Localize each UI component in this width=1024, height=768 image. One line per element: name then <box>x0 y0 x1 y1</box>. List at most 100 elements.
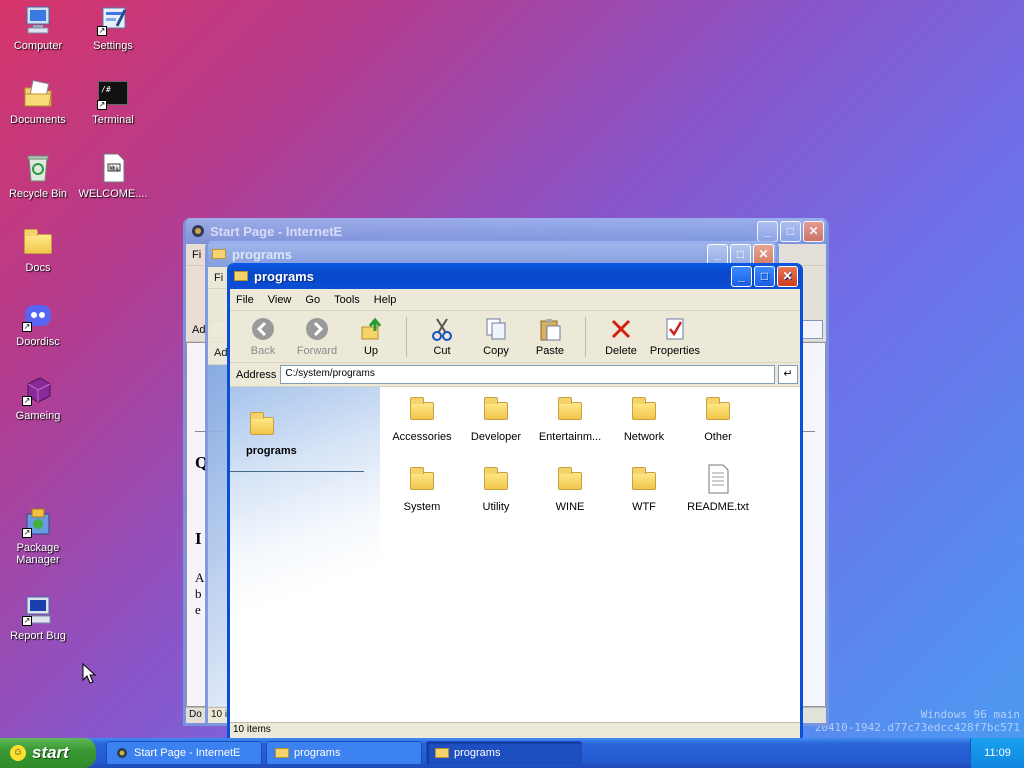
window-title: programs <box>232 246 292 262</box>
menu-file[interactable]: Fi <box>214 272 223 284</box>
close-button[interactable]: ✕ <box>803 220 824 242</box>
clipboard-icon <box>538 317 562 341</box>
forward-label: Forward <box>296 344 338 357</box>
back-button[interactable]: Back <box>236 317 290 357</box>
desktop-icon-recycle-bin[interactable]: Recycle Bin <box>1 152 75 200</box>
folder-item[interactable]: WINE <box>533 463 607 513</box>
folder-item[interactable]: WTF <box>607 463 681 513</box>
system-tray-clock[interactable]: 11:09 <box>970 738 1024 768</box>
delete-button[interactable]: Delete <box>594 317 648 357</box>
delete-label: Delete <box>605 344 637 357</box>
minimize-button[interactable]: _ <box>757 220 778 242</box>
toolbar: Back Forward Up Cut Copy Paste Delete Pr… <box>230 311 800 363</box>
desktop-icon-gameing[interactable]: ↗ Gameing <box>1 374 75 422</box>
close-button[interactable]: ✕ <box>753 243 774 265</box>
file-label: Network <box>623 431 665 443</box>
delete-x-icon <box>609 317 633 341</box>
recycle-bin-icon <box>22 152 54 184</box>
copy-button[interactable]: Copy <box>469 317 523 357</box>
taskbar-item-label: programs <box>454 747 501 759</box>
desktop-icon-label: Recycle Bin <box>8 188 68 200</box>
forward-button[interactable]: Forward <box>290 317 344 357</box>
folder-icon <box>480 393 512 425</box>
start-logo-icon: ☺ <box>10 745 26 761</box>
folder-item[interactable]: System <box>385 463 459 513</box>
text-file-icon <box>702 463 734 495</box>
desktop-icon-terminal[interactable]: /# ↗ Terminal <box>76 78 150 126</box>
cut-button[interactable]: Cut <box>415 317 469 357</box>
desktop-icon-computer[interactable]: Computer <box>1 4 75 52</box>
taskbar-item-ie[interactable]: Start Page - InternetE <box>106 741 262 765</box>
desktop-icon-doordisc[interactable]: ↗ Doordisc <box>1 300 75 348</box>
folder-icon <box>702 393 734 425</box>
taskbar: ☺ start Start Page - InternetE programs … <box>0 738 1024 768</box>
desktop-icon-label: Report Bug <box>10 630 66 642</box>
cut-label: Cut <box>433 344 451 357</box>
menu-go[interactable]: Go <box>305 294 320 306</box>
folder-icon <box>435 747 449 759</box>
folder-icon <box>275 747 289 759</box>
up-button[interactable]: Up <box>344 317 398 357</box>
titlebar[interactable]: programs _ □ ✕ <box>230 263 800 289</box>
start-button[interactable]: ☺ start <box>0 738 96 768</box>
discord-icon: ↗ <box>22 300 54 332</box>
folder-item[interactable]: Developer <box>459 393 533 443</box>
desktop-icon-report-bug[interactable]: ↗ Report Bug <box>1 594 75 642</box>
folder-item[interactable]: Other <box>681 393 755 443</box>
build-watermark: Windows 96 main 20410-1942.d77c73edcc428… <box>815 708 1020 734</box>
folder-icon <box>234 269 250 283</box>
window-programs[interactable]: programs _ □ ✕ File View Go Tools Help B… <box>227 263 803 741</box>
watermark-line: Windows 96 main <box>920 708 1020 721</box>
sidebar: programs <box>230 387 380 722</box>
desktop-icon-label: Gameing <box>15 410 61 422</box>
paste-label: Paste <box>535 344 565 357</box>
paste-button[interactable]: Paste <box>523 317 577 357</box>
taskbar-item-programs-active[interactable]: programs <box>426 741 582 765</box>
file-label: Utility <box>482 501 510 513</box>
file-label: Other <box>704 431 732 443</box>
minimize-button[interactable]: _ <box>731 265 752 287</box>
menu-view[interactable]: View <box>268 294 292 306</box>
folder-item[interactable]: Utility <box>459 463 533 513</box>
folder-item[interactable]: Network <box>607 393 681 443</box>
menu-file[interactable]: File <box>236 294 254 306</box>
folder-icon <box>554 393 586 425</box>
file-label: WTF <box>632 501 656 513</box>
file-label: WINE <box>555 501 585 513</box>
desktop-icon-documents[interactable]: Documents <box>1 78 75 126</box>
status-bar: 10 items <box>230 722 800 738</box>
close-button[interactable]: ✕ <box>777 265 798 287</box>
toolbar-separator <box>585 316 586 357</box>
folder-icon <box>480 463 512 495</box>
maximize-button[interactable]: □ <box>754 265 775 287</box>
maximize-button[interactable]: □ <box>780 220 801 242</box>
go-button[interactable]: ↵ <box>778 365 798 384</box>
desktop-icon-settings[interactable]: ↗ Settings <box>76 4 150 52</box>
address-input[interactable]: C:/system/programs <box>280 365 775 384</box>
file-label: Entertainm... <box>538 431 602 443</box>
file-item[interactable]: README.txt <box>681 463 755 513</box>
folder-item[interactable]: Accessories <box>385 393 459 443</box>
desktop-icon-label: Docs <box>25 262 51 274</box>
taskbar-item-label: programs <box>294 747 341 759</box>
folder-icon <box>628 463 660 495</box>
menu-help[interactable]: Help <box>374 294 397 306</box>
back-label: Back <box>250 344 276 357</box>
window-title: programs <box>254 268 314 284</box>
folder-icon <box>212 247 228 261</box>
ie-icon <box>190 224 206 238</box>
file-label: Accessories <box>392 431 452 443</box>
desktop-icon-docs[interactable]: Docs <box>1 226 75 274</box>
desktop-icon-welcome[interactable]: M↓ WELCOME.... <box>76 152 150 200</box>
minimize-button[interactable]: _ <box>707 243 728 265</box>
desktop-icon-package-manager[interactable]: ↗ Package Manager <box>1 506 75 566</box>
folder-item[interactable]: Entertainm... <box>533 393 607 443</box>
menu-file[interactable]: Fi <box>192 249 201 261</box>
maximize-button[interactable]: □ <box>730 243 751 265</box>
desktop-icon-label: Package Manager <box>16 542 60 566</box>
menu-tools[interactable]: Tools <box>334 294 360 306</box>
terminal-icon: /# ↗ <box>97 78 129 110</box>
menubar: File View Go Tools Help <box>230 289 800 311</box>
taskbar-item-programs[interactable]: programs <box>266 741 422 765</box>
properties-button[interactable]: Properties <box>648 317 702 357</box>
